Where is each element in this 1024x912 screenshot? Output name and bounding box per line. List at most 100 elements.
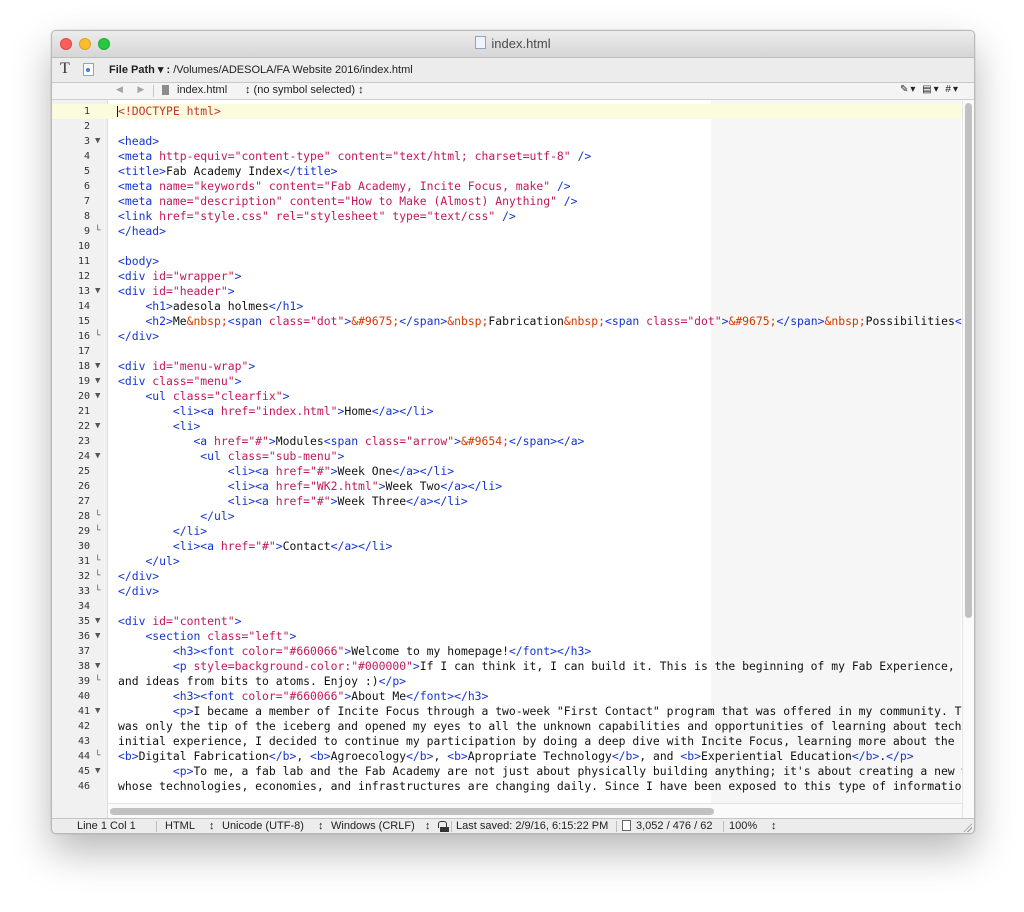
code-line[interactable]: 10: [52, 239, 961, 254]
code-text[interactable]: </head>: [118, 224, 166, 239]
code-text[interactable]: and ideas from bits to atoms. Enjoy :)</…: [118, 674, 406, 689]
fold-triangle-icon[interactable]: ▼: [95, 389, 105, 404]
fold-triangle-icon[interactable]: ▼: [95, 764, 105, 779]
code-line[interactable]: 18 ▼ <div id="menu-wrap">: [52, 359, 961, 374]
code-line[interactable]: 46 whose technologies, economies, and inf…: [52, 779, 974, 794]
code-text[interactable]: <meta name="keywords" content="Fab Acade…: [118, 179, 571, 194]
code-line[interactable]: 14 <h1>adesola holmes</h1>: [52, 299, 961, 314]
fold-triangle-icon[interactable]: ▼: [95, 449, 105, 464]
code-text[interactable]: <section class="left">: [118, 629, 296, 644]
code-text[interactable]: </div>: [118, 569, 159, 584]
code-text[interactable]: <link href="style.css" rel="stylesheet" …: [118, 209, 516, 224]
zoom-arrow[interactable]: ↕: [771, 820, 777, 832]
code-line[interactable]: 39 └ and ideas from bits to atoms. Enjoy :…: [52, 674, 961, 689]
horizontal-scrollbar[interactable]: [108, 803, 962, 819]
code-line[interactable]: 1 <!DOCTYPE html>: [52, 104, 961, 119]
code-line[interactable]: 30 <li><a href="#">Contact</a></li>: [52, 539, 961, 554]
code-line[interactable]: 17: [52, 344, 961, 359]
code-text[interactable]: </ul>: [118, 554, 179, 569]
code-line[interactable]: 40 <h3><font color="#660066">About Me</f…: [52, 689, 961, 704]
code-text[interactable]: <li><a href="#">Week Three</a></li>: [118, 494, 468, 509]
fold-end-icon[interactable]: └: [95, 749, 105, 764]
code-line[interactable]: 8 <link href="style.css" rel="stylesheet"…: [52, 209, 961, 224]
code-line[interactable]: 44 └ <b>Digital Fabrication</b>, <b>Agroec…: [52, 749, 961, 764]
code-line[interactable]: 43 initial experience, I decided to conti…: [52, 734, 974, 749]
code-text[interactable]: <p>To me, a fab lab and the Fab Academy …: [118, 764, 974, 779]
code-text[interactable]: <li>: [118, 419, 200, 434]
code-text[interactable]: </ul>: [118, 509, 234, 524]
code-line[interactable]: 20 ▼ <ul class="clearfix">: [52, 389, 961, 404]
code-text[interactable]: <meta http-equiv="content-type" content=…: [118, 149, 591, 164]
code-line[interactable]: 11 <body>: [52, 254, 961, 269]
code-line[interactable]: 2: [52, 119, 961, 134]
fold-end-icon[interactable]: └: [95, 584, 105, 599]
zoom-level[interactable]: 100%: [729, 820, 757, 832]
code-line[interactable]: 34: [52, 599, 961, 614]
code-text[interactable]: <h3><font color="#660066">Welcome to my …: [118, 644, 591, 659]
encoding-arrow[interactable]: ↕: [318, 820, 324, 832]
code-line[interactable]: 32 └ </div>: [52, 569, 961, 584]
code-line[interactable]: 16 └ </div>: [52, 329, 961, 344]
code-text[interactable]: <li><a href="#">Week One</a></li>: [118, 464, 454, 479]
code-line[interactable]: 29 └ </li>: [52, 524, 961, 539]
code-line[interactable]: 42 was only the tip of the iceberg and op…: [52, 719, 974, 734]
code-line[interactable]: 45 ▼ <p>To me, a fab lab and the Fab Acad…: [52, 764, 974, 779]
line-endings-arrow[interactable]: ↕: [425, 820, 431, 832]
code-line[interactable]: 25 <li><a href="#">Week One</a></li>: [52, 464, 961, 479]
code-line[interactable]: 22 ▼ <li>: [52, 419, 961, 434]
code-text[interactable]: <li><a href="WK2.html">Week Two</a></li>: [118, 479, 502, 494]
vertical-scroll-thumb[interactable]: [965, 103, 972, 618]
code-text[interactable]: <h3><font color="#660066">About Me</font…: [118, 689, 489, 704]
document-counts[interactable]: 3,052 / 476 / 62: [636, 820, 712, 832]
code-line[interactable]: 38 ▼ <p style=background-color:"#000000">…: [52, 659, 974, 674]
current-file-menu[interactable]: index.html: [177, 84, 227, 96]
code-text[interactable]: <ul class="clearfix">: [118, 389, 289, 404]
code-text[interactable]: <li><a href="#">Contact</a></li>: [118, 539, 393, 554]
horizontal-scroll-thumb[interactable]: [110, 808, 714, 815]
fold-triangle-icon[interactable]: ▼: [95, 659, 105, 674]
code-text[interactable]: <ul class="sub-menu">: [118, 449, 344, 464]
fold-end-icon[interactable]: └: [95, 524, 105, 539]
code-line[interactable]: 5 <title>Fab Academy Index</title>: [52, 164, 961, 179]
back-forward-arrows[interactable]: ◀ ▶: [116, 84, 150, 95]
fold-triangle-icon[interactable]: ▼: [95, 704, 105, 719]
language-selector[interactable]: HTML: [165, 820, 195, 832]
fold-triangle-icon[interactable]: ▼: [95, 629, 105, 644]
title-bar[interactable]: index.html: [52, 31, 974, 58]
code-text[interactable]: <h1>adesola holmes</h1>: [118, 299, 303, 314]
code-text[interactable]: </div>: [118, 584, 159, 599]
encoding-selector[interactable]: Unicode (UTF-8): [222, 820, 304, 832]
markup-tools-menus[interactable]: ✎▾ ▤▾ #▾: [900, 84, 960, 95]
code-text[interactable]: was only the tip of the iceberg and open…: [118, 719, 974, 734]
code-text[interactable]: <a href="#">Modules<span class="arrow">&…: [118, 434, 584, 449]
code-line[interactable]: 35 ▼ <div id="content">: [52, 614, 961, 629]
vertical-scrollbar[interactable]: [962, 100, 974, 818]
code-text[interactable]: <p>I became a member of Incite Focus thr…: [118, 704, 974, 719]
code-text[interactable]: <div id="content">: [118, 614, 241, 629]
code-line[interactable]: 4 <meta http-equiv="content-type" content…: [52, 149, 961, 164]
file-path-label[interactable]: File Path ▾ :: [109, 64, 170, 76]
fold-end-icon[interactable]: └: [95, 569, 105, 584]
code-line[interactable]: 31 └ </ul>: [52, 554, 961, 569]
text-options-icon[interactable]: T: [60, 60, 70, 78]
lock-icon[interactable]: [438, 821, 449, 832]
fold-triangle-icon[interactable]: ▼: [95, 374, 105, 389]
code-line[interactable]: 37 <h3><font color="#660066">Welcome to …: [52, 644, 961, 659]
document-icon[interactable]: [83, 63, 94, 76]
code-line[interactable]: 36 ▼ <section class="left">: [52, 629, 961, 644]
fold-end-icon[interactable]: └: [95, 674, 105, 689]
code-editor[interactable]: 1 <!DOCTYPE html> 2 3 ▼ <head> 4 <meta http-equ…: [52, 100, 974, 819]
code-text[interactable]: <!DOCTYPE html>: [118, 104, 221, 119]
code-line[interactable]: 23 <a href="#">Modules<span class="arrow…: [52, 434, 961, 449]
code-text[interactable]: </li>: [118, 524, 207, 539]
language-arrow[interactable]: ↕: [209, 820, 215, 832]
code-line[interactable]: 33 └ </div>: [52, 584, 961, 599]
resize-grip-icon[interactable]: [963, 823, 972, 832]
fold-triangle-icon[interactable]: ▼: [95, 134, 105, 149]
code-text[interactable]: <p style=background-color:"#000000">If I…: [118, 659, 974, 674]
fold-end-icon[interactable]: └: [95, 509, 105, 524]
fold-triangle-icon[interactable]: ▼: [95, 284, 105, 299]
code-text[interactable]: <div id="wrapper">: [118, 269, 241, 284]
code-line[interactable]: 28 └ </ul>: [52, 509, 961, 524]
code-text[interactable]: <body>: [118, 254, 159, 269]
